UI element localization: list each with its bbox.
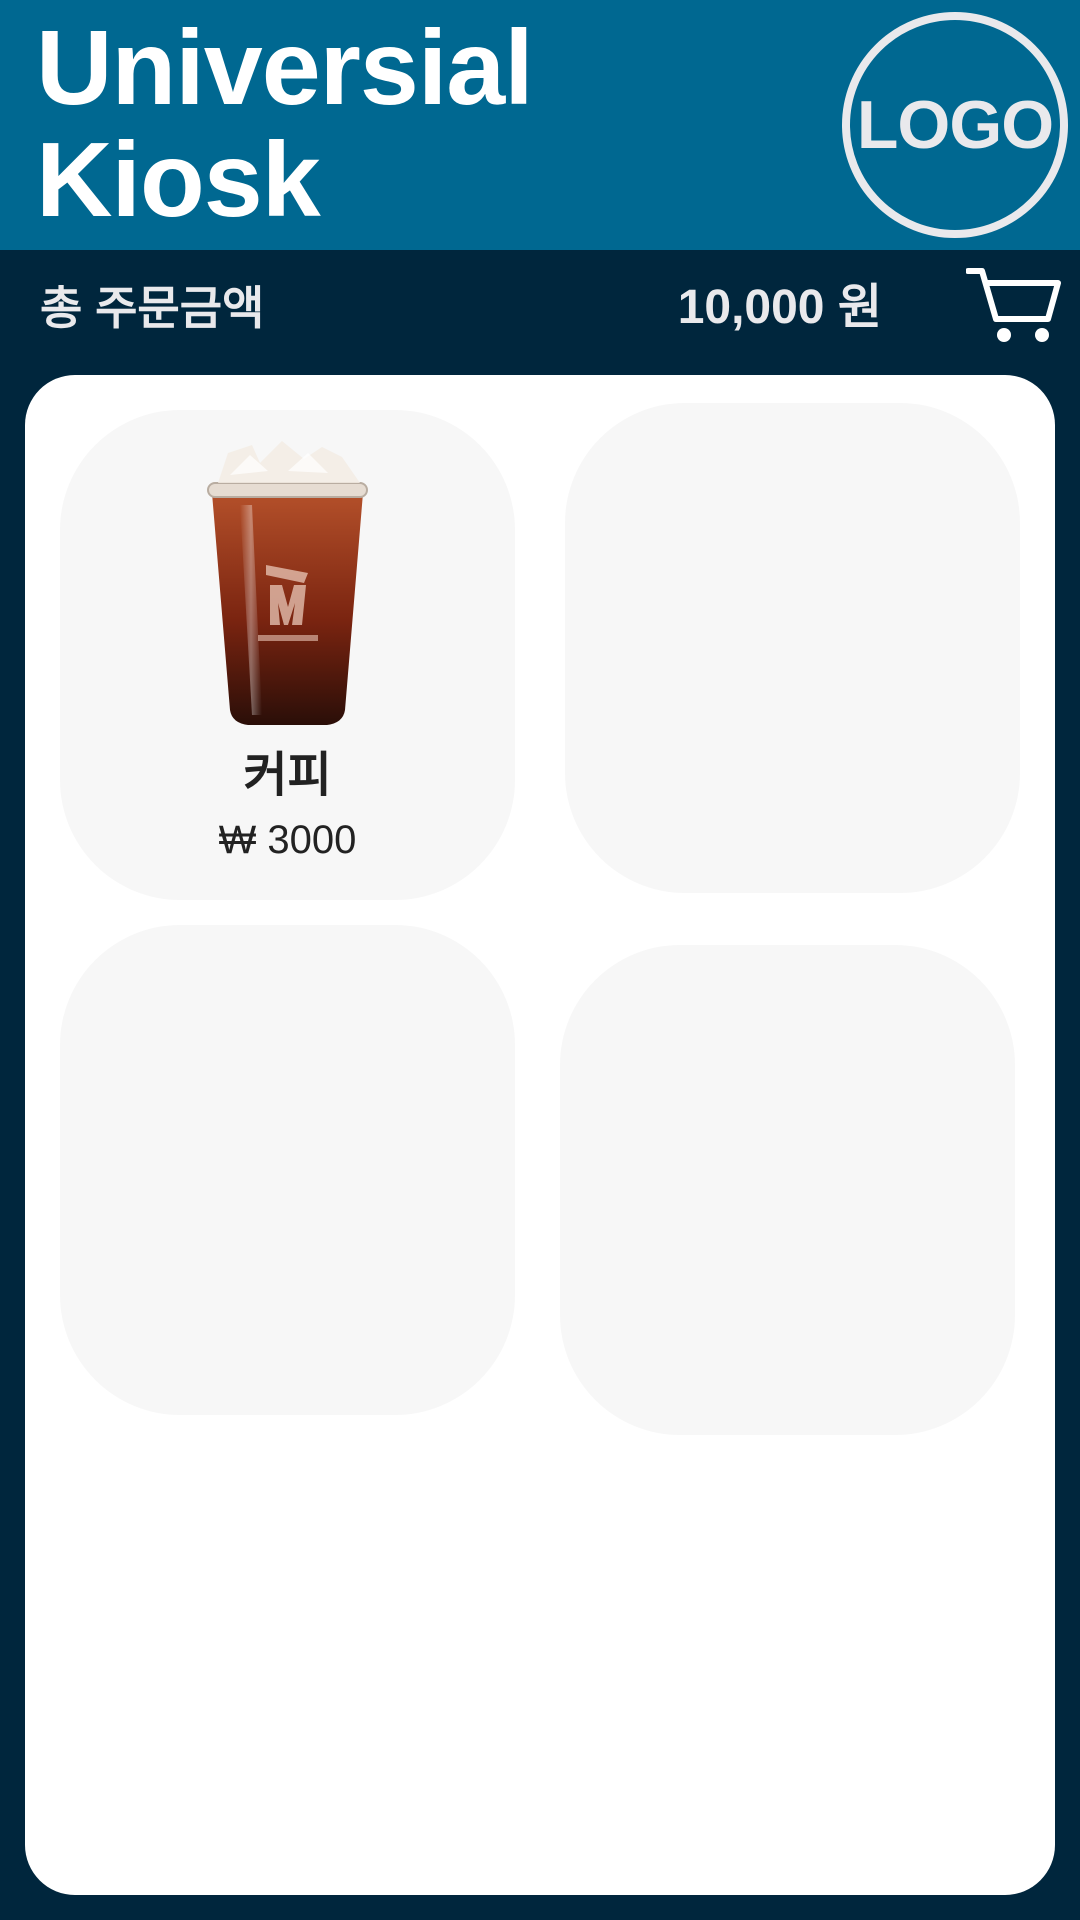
product-name: 커피: [243, 749, 332, 802]
menu-item-card[interactable]: 커피 ₩ 3000: [60, 410, 515, 900]
cart-button[interactable]: [966, 263, 1062, 347]
order-summary-bar: 총 주문금액 10,000 원: [0, 250, 1080, 375]
menu-item-card[interactable]: [565, 403, 1020, 893]
total-order-label: 총 주문금액: [40, 282, 265, 334]
total-order-amount: 10,000 원: [677, 281, 882, 334]
iced-coffee-cup-image: [207, 441, 368, 725]
menu-item-card[interactable]: [60, 925, 515, 1415]
app-header: Universial Kiosk LOGO: [0, 0, 1080, 250]
logo: LOGO: [842, 12, 1068, 238]
product-image: [200, 435, 375, 735]
menu-item-card[interactable]: [560, 945, 1015, 1435]
product-price: ₩ 3000: [218, 818, 357, 862]
logo-text: LOGO: [856, 87, 1054, 163]
app-title: Universial Kiosk: [36, 9, 534, 239]
shopping-cart-icon: [966, 268, 1061, 342]
